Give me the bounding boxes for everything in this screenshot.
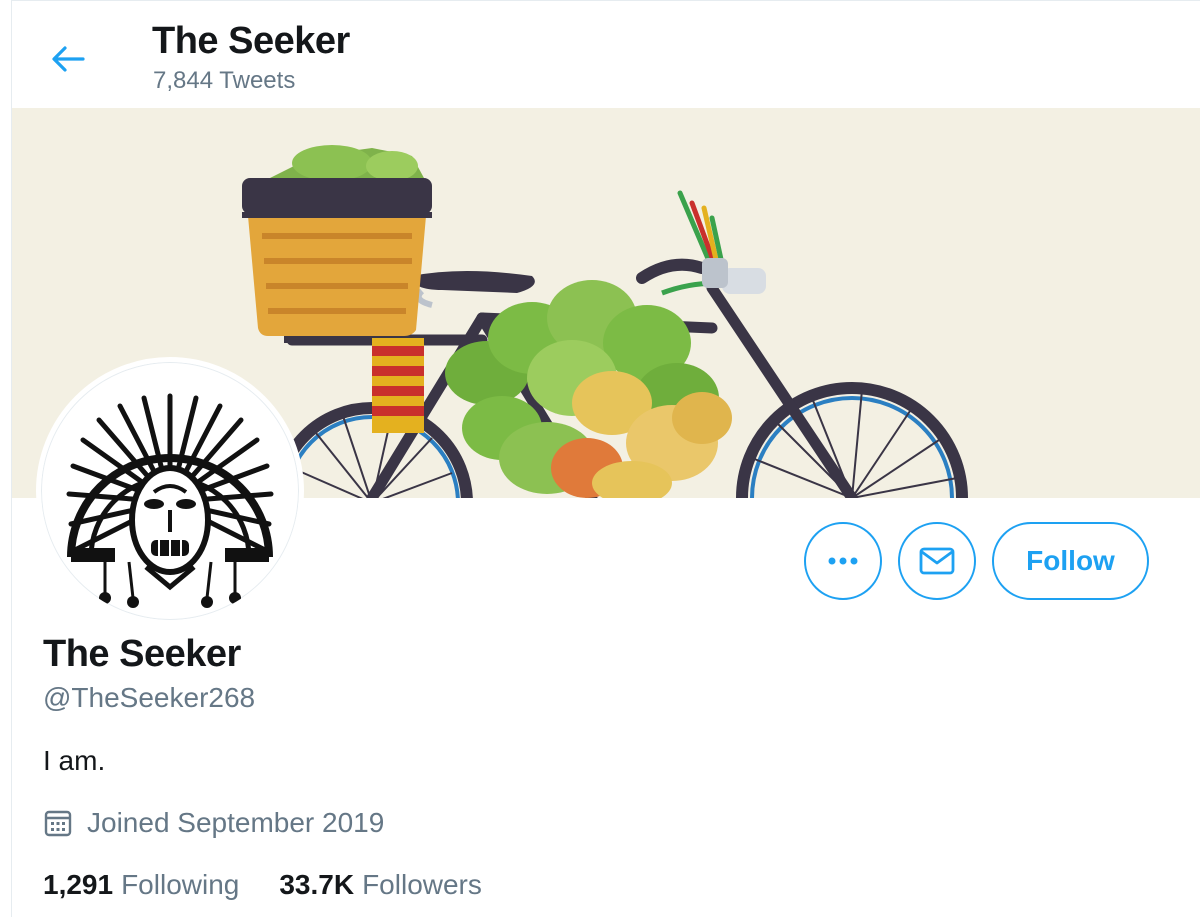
tweet-count: 7,844 Tweets xyxy=(153,67,296,94)
follow-stats: 1,291 Following 33.7K Followers xyxy=(43,869,482,901)
arrow-left-icon xyxy=(52,46,85,72)
profile-handle: @TheSeeker268 xyxy=(43,682,256,713)
followers-label: Followers xyxy=(362,869,482,900)
more-options-button[interactable] xyxy=(804,522,882,600)
follow-button[interactable]: Follow xyxy=(992,522,1149,600)
following-label: Following xyxy=(121,869,240,900)
header-title: The Seeker xyxy=(152,20,350,62)
mask-avatar-image xyxy=(66,393,274,608)
profile-avatar[interactable] xyxy=(36,357,304,625)
message-button[interactable] xyxy=(898,522,976,600)
profile-name: The Seeker xyxy=(43,633,241,675)
followers-count: 33.7K xyxy=(279,869,355,900)
followers-link[interactable]: 33.7K Followers xyxy=(279,869,482,901)
following-count: 1,291 xyxy=(43,869,114,900)
joined-date: Joined September 2019 xyxy=(43,807,384,839)
back-button[interactable] xyxy=(46,37,90,81)
joined-text: Joined September 2019 xyxy=(87,807,385,838)
calendar-icon xyxy=(44,810,72,837)
more-dots-icon xyxy=(828,557,858,565)
profile-bio: I am. xyxy=(43,745,106,776)
envelope-icon xyxy=(919,547,955,575)
following-link[interactable]: 1,291 Following xyxy=(43,869,239,901)
profile-page: The Seeker 7,844 Tweets Follow The Seeke… xyxy=(11,0,1200,917)
